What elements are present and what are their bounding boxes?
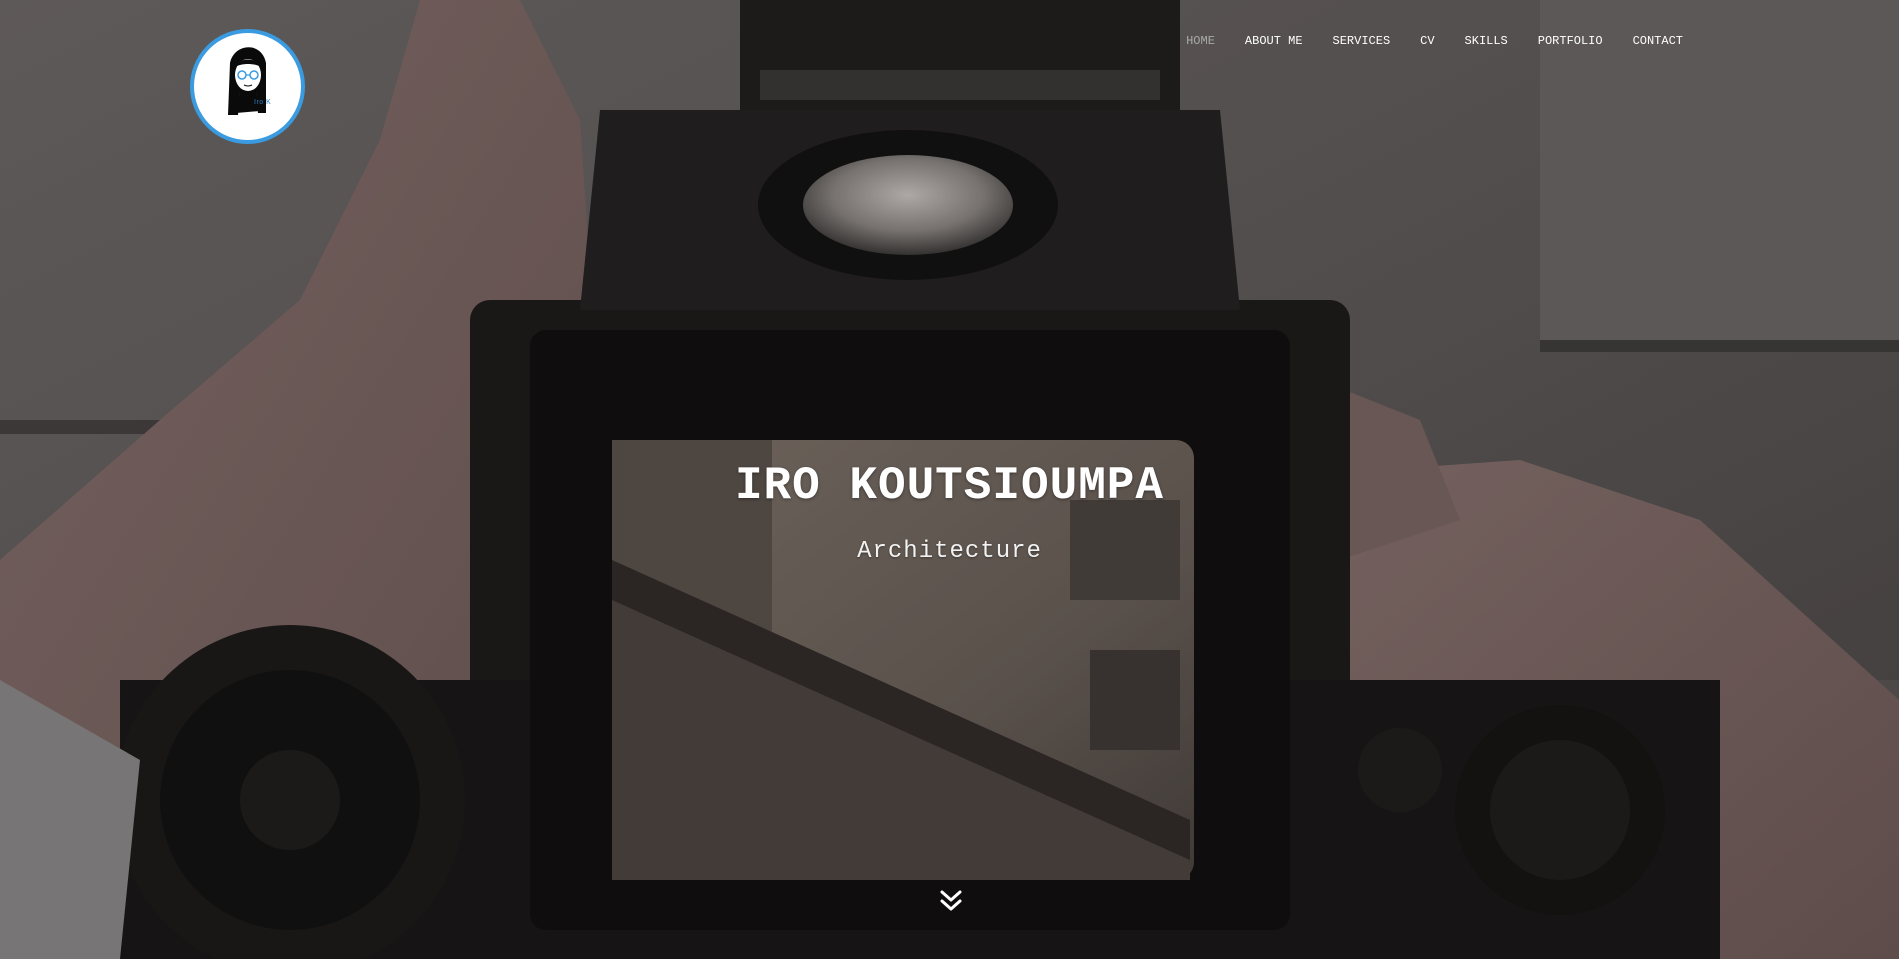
site-logo[interactable]: Iro K bbox=[190, 29, 305, 144]
hero-title: IRO KOUTSIOUMPA bbox=[734, 460, 1165, 512]
nav-item-about: ABOUT ME bbox=[1245, 31, 1303, 49]
double-chevron-down-icon[interactable] bbox=[938, 889, 964, 913]
nav-list: HOME ABOUT ME SERVICES CV SKILLS PORTFOL… bbox=[1186, 31, 1683, 49]
logo-text: Iro K bbox=[254, 99, 272, 106]
nav-link-cv[interactable]: CV bbox=[1420, 34, 1434, 48]
nav-item-contact: CONTACT bbox=[1633, 31, 1683, 49]
nav-link-portfolio[interactable]: PORTFOLIO bbox=[1538, 34, 1603, 48]
nav-item-home: HOME bbox=[1186, 31, 1215, 49]
logo-illustration bbox=[228, 47, 266, 115]
nav-item-services: SERVICES bbox=[1333, 31, 1391, 49]
nav-link-contact[interactable]: CONTACT bbox=[1633, 34, 1683, 48]
nav-item-portfolio: PORTFOLIO bbox=[1538, 31, 1603, 49]
hero-section: Iro K HOME ABOUT ME SERVICES CV SKILLS P… bbox=[0, 0, 1899, 959]
nav-link-home[interactable]: HOME bbox=[1186, 34, 1215, 48]
nav-item-cv: CV bbox=[1420, 31, 1434, 49]
hero-subtitle: Architecture bbox=[857, 538, 1042, 565]
nav-link-skills[interactable]: SKILLS bbox=[1465, 34, 1508, 48]
nav-link-about-me[interactable]: ABOUT ME bbox=[1245, 34, 1303, 48]
nav-link-services[interactable]: SERVICES bbox=[1333, 34, 1391, 48]
nav-item-skills: SKILLS bbox=[1465, 31, 1508, 49]
main-navigation: HOME ABOUT ME SERVICES CV SKILLS PORTFOL… bbox=[1186, 31, 1683, 49]
